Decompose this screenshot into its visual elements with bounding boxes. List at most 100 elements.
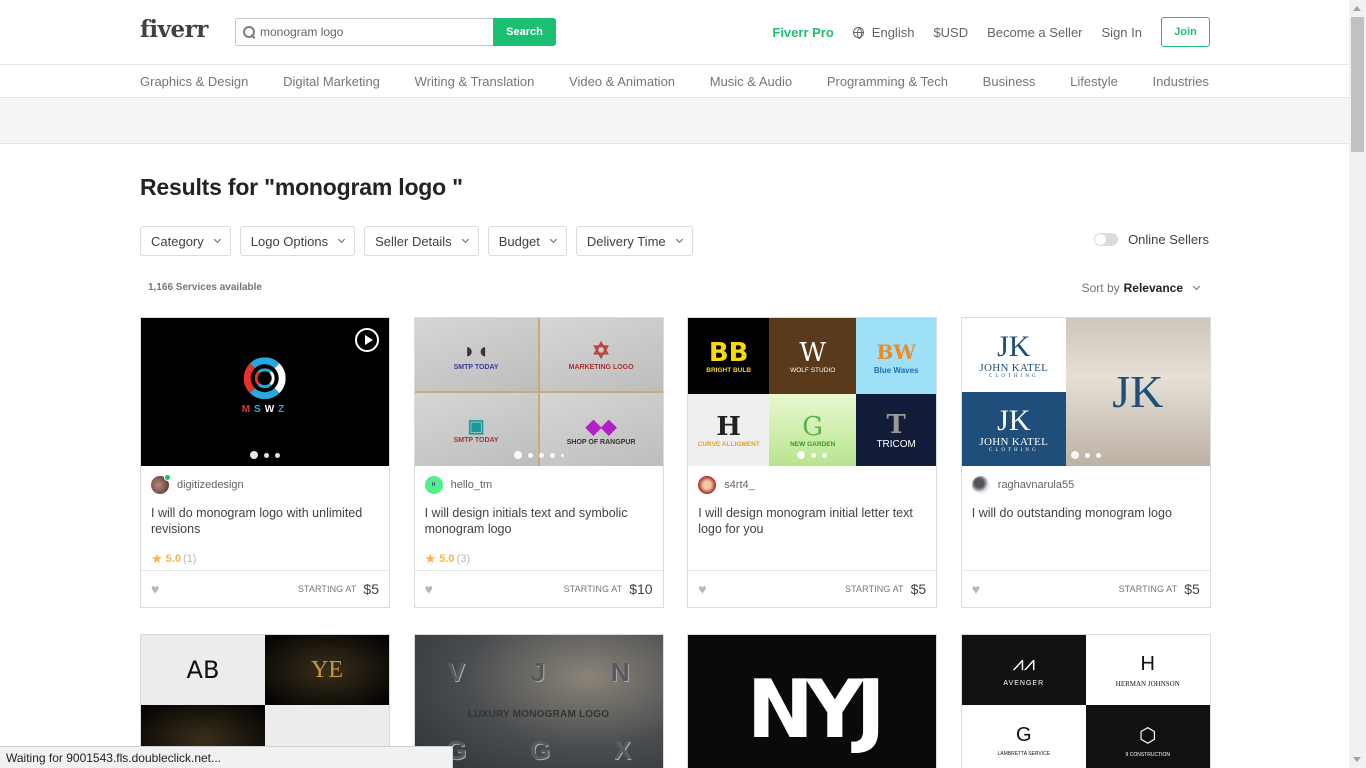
mswz-logo-image: MSWZ <box>242 357 289 415</box>
gig-thumbnail[interactable]: JK JOHN KATEL CLOTHING JK JK JOHN KATEL … <box>961 318 1210 466</box>
gig-thumbnail[interactable]: NYJ <box>688 635 937 768</box>
category-industries[interactable]: Industries <box>1153 74 1209 89</box>
gig-card[interactable]: NYJ <box>687 634 938 768</box>
seller-name[interactable]: digitizedesign <box>177 479 244 491</box>
nyj-monogram-image: NYJ <box>688 635 937 768</box>
category-writing-translation[interactable]: Writing & Translation <box>415 74 535 89</box>
carousel-dot[interactable] <box>797 451 806 459</box>
category-music-audio[interactable]: Music & Audio <box>710 74 792 89</box>
gig-card[interactable]: JK JOHN KATEL CLOTHING JK JK JOHN KATEL … <box>960 317 1211 608</box>
carousel-dot[interactable] <box>513 451 522 459</box>
mockup-collage-image: ◗◖ SMTP TODAY ✡ MARKETING LOGO ▣ SMTP TODAY… <box>414 318 663 466</box>
scroll-down-arrow-icon[interactable] <box>1353 757 1361 762</box>
star-icon: ★ <box>151 551 163 566</box>
join-button[interactable]: Join <box>1161 17 1210 47</box>
filter-category[interactable]: Category <box>140 226 231 256</box>
services-count: 1,166 Services available <box>148 282 262 293</box>
online-sellers-toggle[interactable] <box>1094 233 1119 246</box>
gig-rating: ★ 5.0 (1) <box>151 551 196 567</box>
gig-thumbnail[interactable]: BB BRIGHT BULB W WOLF STUDIO BW Blue Waves … <box>688 318 937 466</box>
gig-thumbnail[interactable]: MSWZ <box>141 318 389 466</box>
fiverr-pro-link[interactable]: Fiverr Pro <box>772 25 833 40</box>
carousel-dot[interactable] <box>549 452 555 458</box>
category-lifestyle[interactable]: Lifestyle <box>1070 74 1118 89</box>
heart-icon[interactable]: ♥ <box>425 581 433 597</box>
sign-in-link[interactable]: Sign In <box>1102 25 1142 40</box>
page-scrollbar[interactable] <box>1349 0 1366 768</box>
filter-seller-details[interactable]: Seller Details <box>364 226 479 256</box>
language-selector[interactable]: English <box>852 25 914 40</box>
search-button[interactable]: Search <box>493 18 556 46</box>
carousel-dot[interactable] <box>560 453 564 457</box>
seller-avatar[interactable] <box>151 474 171 494</box>
thumbnail-text: TRICOM <box>876 438 916 450</box>
seller-name[interactable]: raghavnarula55 <box>998 479 1074 491</box>
carousel-dot[interactable] <box>527 452 533 458</box>
search-input[interactable] <box>260 25 480 39</box>
category-graphics-design[interactable]: Graphics & Design <box>140 74 248 89</box>
filter-delivery-time[interactable]: Delivery Time <box>575 226 693 256</box>
filter-budget[interactable]: Budget <box>487 226 567 256</box>
search-icon <box>243 26 255 38</box>
gig-title[interactable]: I will design monogram initial letter te… <box>698 505 926 537</box>
carousel-dot[interactable] <box>275 452 280 458</box>
category-video-animation[interactable]: Video & Animation <box>569 74 675 89</box>
gig-card[interactable]: BB BRIGHT BULB W WOLF STUDIO BW Blue Waves … <box>687 317 938 608</box>
gig-footer: ♥ STARTING AT $5 <box>141 570 389 607</box>
carousel-dot[interactable] <box>1084 452 1090 458</box>
gig-price: STARTING AT $5 <box>1119 581 1200 597</box>
gig-title[interactable]: I will design initials text and symbolic… <box>425 505 653 537</box>
filter-label: Budget <box>498 233 540 249</box>
category-digital-marketing[interactable]: Digital Marketing <box>283 74 380 89</box>
category-programming-tech[interactable]: Programming & Tech <box>827 74 948 89</box>
heart-icon[interactable]: ♥ <box>972 581 980 597</box>
gig-thumbnail[interactable]: ⩘⩘ AVENGER H HERMAN JOHNSON G LAMBRETTA SER… <box>961 635 1210 768</box>
play-video-icon[interactable] <box>355 328 379 352</box>
thumbnail-text: WOLF STUDIO <box>790 366 836 374</box>
sort-dropdown[interactable]: Sort by Relevance <box>1082 281 1201 295</box>
starting-at-label: STARTING AT <box>297 584 357 594</box>
seller-avatar[interactable] <box>971 476 990 494</box>
carousel-dot[interactable] <box>538 452 544 458</box>
category-business[interactable]: Business <box>983 74 1036 89</box>
carousel-dot[interactable] <box>1095 452 1101 458</box>
heart-icon[interactable]: ♥ <box>698 581 706 597</box>
gig-card[interactable]: MSWZ digitizedesign I will do monogram l… <box>140 317 390 608</box>
gig-title[interactable]: I will do outstanding monogram logo <box>972 505 1200 521</box>
carousel-dot[interactable] <box>822 452 828 458</box>
carousel-dot[interactable] <box>811 452 817 458</box>
carousel-dot[interactable] <box>264 452 269 458</box>
chevron-down-icon <box>549 235 557 244</box>
seller-avatar[interactable] <box>698 476 717 494</box>
become-seller-link[interactable]: Become a Seller <box>987 25 1082 40</box>
thumbnail-text: AB <box>141 635 265 705</box>
fiverr-logo[interactable]: fiverr <box>140 16 208 43</box>
carousel-dot[interactable] <box>250 451 258 459</box>
seller-avatar[interactable]: H <box>424 476 443 494</box>
filter-label: Delivery Time <box>586 233 666 249</box>
filter-label: Category <box>151 233 204 249</box>
starting-at-label: STARTING AT <box>563 584 623 594</box>
seller-name[interactable]: hello_tm <box>451 479 493 491</box>
gig-card[interactable]: ◗◖ SMTP TODAY ✡ MARKETING LOGO ▣ SMTP TODAY… <box>413 317 664 608</box>
price-value: $5 <box>1184 581 1200 597</box>
thumbnail-text: CLOTHING <box>989 373 1039 379</box>
carousel-dot[interactable] <box>1070 451 1079 459</box>
gig-footer: ♥ STARTING AT $5 <box>688 570 937 607</box>
gig-thumbnail[interactable]: ◗◖ SMTP TODAY ✡ MARKETING LOGO ▣ SMTP TODAY… <box>414 318 663 466</box>
carousel-dots <box>1068 451 1104 459</box>
heart-icon[interactable]: ♥ <box>151 581 159 597</box>
seller-info: digitizedesign <box>151 474 244 494</box>
scroll-up-arrow-icon[interactable] <box>1353 6 1361 11</box>
filter-logo-options[interactable]: Logo Options <box>239 226 356 256</box>
currency-selector[interactable]: $USD <box>933 25 968 40</box>
scrollbar-thumb[interactable] <box>1351 17 1364 152</box>
gig-card[interactable]: ⩘⩘ AVENGER H HERMAN JOHNSON G LAMBRETTA SER… <box>960 634 1211 768</box>
globe-icon <box>852 26 864 39</box>
search-box[interactable] <box>235 18 493 46</box>
thumbnail-text: JOHN KATEL <box>979 435 1049 448</box>
seller-name[interactable]: s4rt4_ <box>724 479 755 491</box>
rating-score: 5.0 <box>439 553 455 565</box>
gig-grid: MSWZ digitizedesign I will do monogram l… <box>140 317 1211 768</box>
gig-title[interactable]: I will do monogram logo with unlimited r… <box>151 505 379 537</box>
